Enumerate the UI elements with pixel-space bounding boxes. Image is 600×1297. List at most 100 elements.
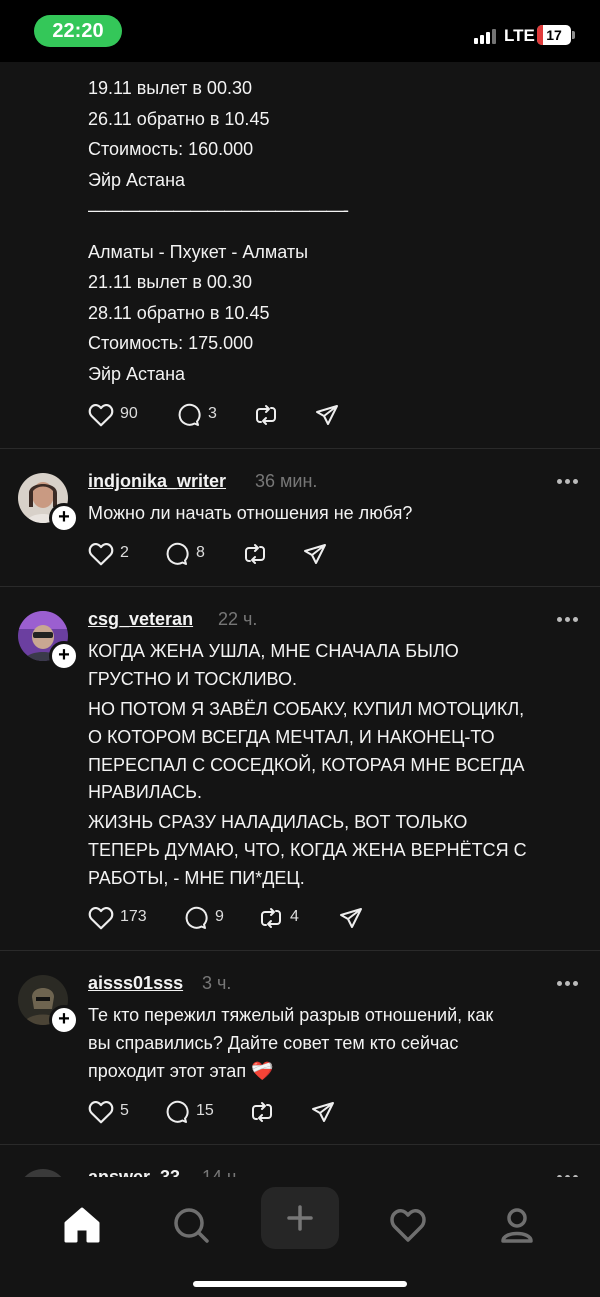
post-time: 36 мин. <box>255 471 318 491</box>
repost-button[interactable] <box>249 1097 279 1127</box>
post-actions: 2 8 <box>88 539 408 569</box>
repost-button[interactable] <box>253 400 283 430</box>
post-text-line: ТЕПЕРЬ ДУМАЮ, ЧТО, КОГДА ЖЕНА ВЕРНЁТСЯ С <box>88 840 527 860</box>
nav-create[interactable] <box>261 1187 339 1249</box>
avatar[interactable] <box>18 1169 68 1177</box>
nav-home[interactable] <box>52 1195 112 1255</box>
post-text-line: 19.11 вылет в 00.30 <box>88 78 252 98</box>
network-label: LTE <box>504 26 535 45</box>
send-icon <box>316 405 338 425</box>
heart-icon <box>88 1101 114 1124</box>
post-time: 14 ч. <box>202 1167 242 1177</box>
reply-count: 8 <box>196 544 205 561</box>
reply-button[interactable]: 15 <box>164 1097 224 1127</box>
post-text-line: Можно ли начать отношения не любя? <box>88 503 413 523</box>
more-icon[interactable] <box>557 617 579 623</box>
profile-icon <box>501 1208 533 1243</box>
like-count: 90 <box>120 405 138 422</box>
bottom-nav <box>0 1177 600 1297</box>
post-text-line: Стоимость: 160.000 <box>88 139 254 159</box>
post-text-line: 21.11 вылет в 00.30 <box>88 272 252 292</box>
comment-icon <box>166 542 189 565</box>
username[interactable]: aisss01sss <box>88 973 183 994</box>
reply-count: 3 <box>208 405 217 422</box>
post-text-line: 28.11 обратно в 10.45 <box>88 303 270 323</box>
signal-icon <box>474 28 498 44</box>
search-icon <box>174 1208 209 1243</box>
username[interactable]: csg_veteran <box>88 609 193 630</box>
post-text-line: ПЕРЕСПАЛ С СОСЕДКОЙ, КОТОРАЯ МНЕ ВСЕГДА <box>88 755 525 775</box>
more-icon[interactable] <box>557 981 579 987</box>
feed[interactable]: 19.11 вылет в 00.30 26.11 обратно в 10.4… <box>0 62 600 1177</box>
nav-activity[interactable] <box>378 1195 438 1255</box>
post-text-line: НО ПОТОМ Я ЗАВЁЛ СОБАКУ, КУПИЛ МОТОЦИКЛ, <box>88 699 525 719</box>
heart-icon <box>88 543 114 566</box>
repost-count: 4 <box>290 908 299 925</box>
activity-icon <box>390 1209 426 1242</box>
post-text-line: вы справились? Дайте совет тем кто сейча… <box>88 1033 459 1053</box>
home-indicator[interactable] <box>193 1281 407 1287</box>
post-text-line: О КОТОРОМ ВСЕГДА МЕЧТАЛ, И НАКОНЕЦ-ТО <box>88 727 495 747</box>
avatar-image <box>18 1169 68 1177</box>
post-item[interactable]: answer_33 14 ч. <box>0 1144 600 1177</box>
like-button[interactable]: 2 <box>88 539 138 569</box>
post-divider-line: ———————————————- <box>88 200 349 220</box>
reply-button[interactable]: 9 <box>183 903 233 933</box>
status-time[interactable]: 22:20 <box>34 15 122 47</box>
comment-icon <box>185 906 208 929</box>
like-button[interactable]: 173 <box>88 903 158 933</box>
more-icon[interactable] <box>557 479 579 485</box>
repost-icon <box>252 1102 272 1122</box>
follow-plus-icon[interactable]: + <box>49 641 79 671</box>
like-count: 173 <box>120 908 147 925</box>
post-time: 22 ч. <box>218 609 258 629</box>
repost-button[interactable] <box>242 539 272 569</box>
username[interactable]: answer_33 <box>88 1167 180 1177</box>
reply-button[interactable]: 3 <box>176 400 226 430</box>
follow-plus-icon[interactable]: + <box>49 1005 79 1035</box>
post-item[interactable]: + csg_veteran 22 ч. КОГДА ЖЕНА УШЛА, МНЕ… <box>0 586 600 951</box>
post-text-line: ГРУСТНО И ТОСКЛИВО. <box>88 669 297 689</box>
heart-icon <box>88 404 114 427</box>
like-button[interactable]: 5 <box>88 1097 138 1127</box>
reply-count: 15 <box>196 1102 214 1119</box>
home-icon <box>64 1207 100 1243</box>
send-icon <box>304 544 326 564</box>
username[interactable]: indjonika_writer <box>88 471 226 492</box>
comment-icon <box>178 403 201 426</box>
create-icon <box>287 1205 313 1231</box>
post-text-line: Алматы - Пхукет - Алматы <box>88 242 309 262</box>
share-button[interactable] <box>302 539 332 569</box>
share-button[interactable] <box>314 400 344 430</box>
reply-button[interactable]: 8 <box>164 539 214 569</box>
post-text-line: ЖИЗНЬ СРАЗУ НАЛАДИЛАСЬ, ВОТ ТОЛЬКО <box>88 812 468 832</box>
reply-count: 9 <box>215 908 224 925</box>
post-actions: 173 9 4 <box>88 903 408 933</box>
post-text-line: КОГДА ЖЕНА УШЛА, МНЕ СНАЧАЛА БЫЛО <box>88 641 459 661</box>
post-top-partial: 19.11 вылет в 00.30 26.11 обратно в 10.4… <box>0 62 600 448</box>
follow-plus-icon[interactable]: + <box>49 503 79 533</box>
share-button[interactable] <box>310 1097 340 1127</box>
like-button[interactable]: 90 <box>88 400 148 430</box>
repost-button[interactable]: 4 <box>258 903 308 933</box>
post-text-line: проходит этот этап ❤️‍🩹 <box>88 1061 274 1081</box>
post-text-line: НРАВИЛАСЬ. <box>88 782 202 802</box>
nav-profile[interactable] <box>487 1195 547 1255</box>
post-time: 3 ч. <box>202 973 232 993</box>
repost-icon <box>245 544 265 564</box>
repost-icon <box>256 405 276 425</box>
heart-icon <box>88 907 114 930</box>
share-button[interactable] <box>338 903 368 933</box>
send-icon <box>340 908 362 928</box>
post-text-line: Эйр Астана <box>88 364 186 384</box>
post-actions: 90 3 <box>88 400 408 430</box>
battery-icon: 17 <box>537 25 571 45</box>
like-count: 5 <box>120 1102 129 1119</box>
post-text-line: Стоимость: 175.000 <box>88 333 254 353</box>
post-text-line: Эйр Астана <box>88 170 186 190</box>
nav-search[interactable] <box>161 1195 221 1255</box>
comment-icon <box>166 1100 189 1123</box>
post-item[interactable]: + aisss01sss 3 ч. Те кто пережил тяжелый… <box>0 950 600 1145</box>
status-bar: 22:20 LTE 17 <box>0 0 600 62</box>
post-item[interactable]: + indjonika_writer 36 мин. Можно ли нача… <box>0 448 600 587</box>
